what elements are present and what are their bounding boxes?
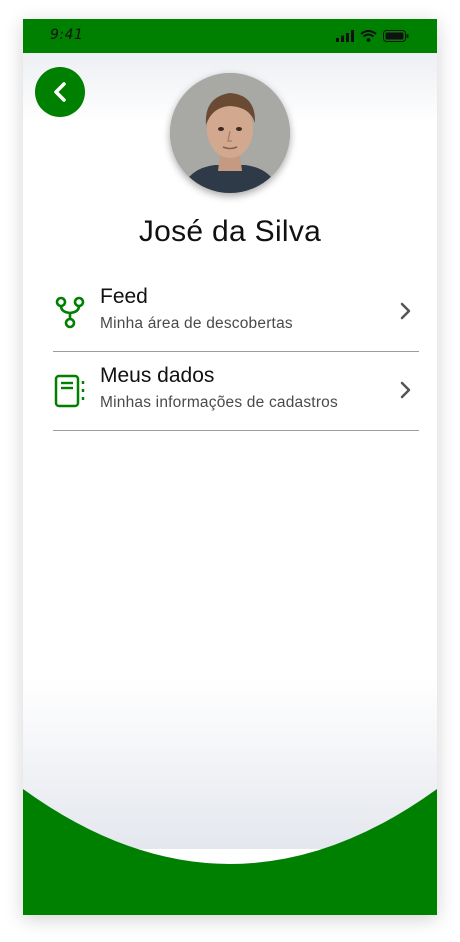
battery-icon xyxy=(383,30,409,42)
status-icons xyxy=(336,30,409,42)
status-bar: 9:41 xyxy=(23,19,437,53)
profile-photo xyxy=(170,73,290,193)
chevron-right-icon xyxy=(400,381,411,399)
back-button[interactable] xyxy=(35,67,85,117)
notebook-icon xyxy=(54,374,85,408)
menu-item-meus-dados[interactable]: Meus dados Minhas informações de cadastr… xyxy=(53,352,419,431)
chevron-left-icon xyxy=(54,82,66,102)
menu-item-feed[interactable]: Feed Minha área de descobertas xyxy=(53,273,419,352)
wifi-icon xyxy=(360,30,377,42)
menu-item-subtitle: Minha área de descobertas xyxy=(100,315,293,332)
chevron-right-icon xyxy=(400,302,411,320)
status-time: 9:41 xyxy=(50,27,84,43)
profile-name: José da Silva xyxy=(138,215,322,248)
menu-item-title: Meus dados xyxy=(100,364,215,387)
bottom-wave-background xyxy=(23,679,437,915)
avatar xyxy=(170,73,290,193)
phone-screen: 9:41 José da Silva Feed Minha área de de… xyxy=(23,19,437,915)
menu-item-title: Feed xyxy=(100,285,148,308)
menu-item-subtitle: Minhas informações de cadastros xyxy=(100,394,338,411)
signal-icon xyxy=(336,30,354,42)
fork-icon xyxy=(55,296,85,329)
